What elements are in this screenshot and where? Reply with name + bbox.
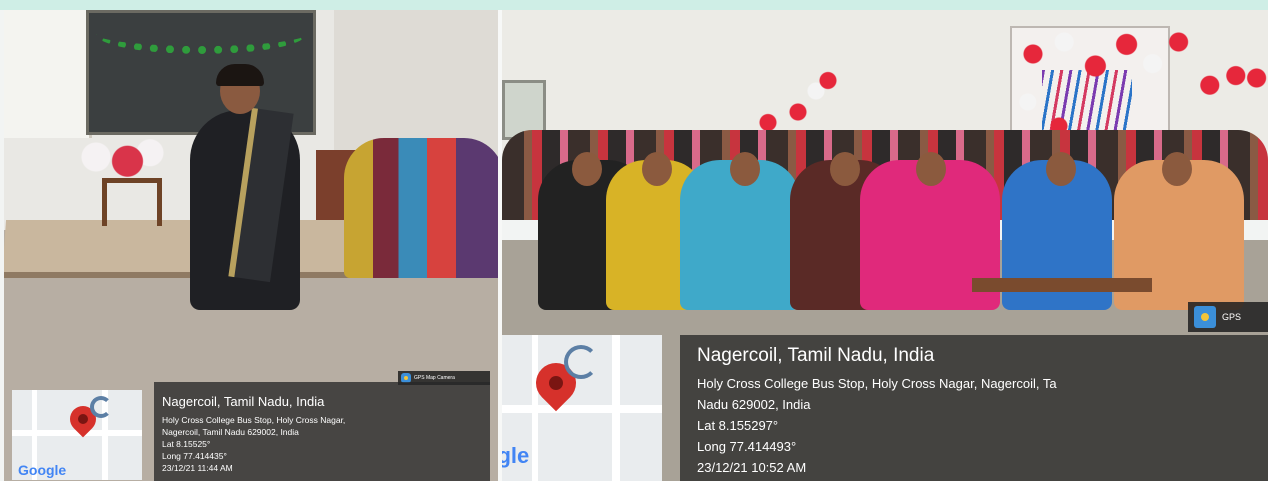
- longitude: Long 77.414493°: [697, 439, 797, 454]
- map-road: [502, 405, 662, 413]
- map-road: [532, 335, 538, 481]
- wooden-bench: [972, 278, 1152, 292]
- map-road: [612, 335, 620, 481]
- map-thumbnail: Google: [12, 390, 142, 480]
- speaker-hair: [216, 64, 264, 86]
- badge-label: GPS: [1222, 312, 1242, 322]
- location-title: Nagercoil, Tamil Nadu, India: [697, 345, 935, 366]
- map-brand-label: ogle: [502, 443, 530, 468]
- person-head: [642, 152, 672, 186]
- direction-arrow-icon: [90, 396, 112, 418]
- top-border-band: [0, 0, 1268, 10]
- map-thumbnail: ogle: [502, 335, 662, 481]
- gps-camera-icon: [1194, 306, 1216, 328]
- location-info-card: Nagercoil, Tamil Nadu, India Holy Cross …: [154, 382, 490, 481]
- longitude: Long 77.414435°: [162, 451, 227, 461]
- seated-audience: [344, 138, 498, 278]
- person-head: [916, 152, 946, 186]
- location-info-card: Nagercoil, Tamil Nadu, India Holy Cross …: [680, 335, 1268, 481]
- wooden-chair: [102, 178, 162, 226]
- address-line: Holy Cross College Bus Stop, Holy Cross …: [162, 415, 346, 425]
- address-line: Nagercoil, Tamil Nadu 629002, India: [162, 427, 299, 437]
- location-title: Nagercoil, Tamil Nadu, India: [162, 394, 325, 409]
- person-head: [572, 152, 602, 186]
- left-photo: GPS Map Camera Google Nagercoil, Tamil N…: [4, 10, 498, 481]
- timestamp: 23/12/21 11:44 AM: [162, 463, 233, 473]
- person-head: [1046, 152, 1076, 186]
- address-line: Holy Cross College Bus Stop, Holy Cross …: [697, 376, 1057, 391]
- garland-decoration: [96, 14, 306, 54]
- right-photo: GPS ogle Nagercoil, Tamil Nadu, India Ho…: [502, 10, 1268, 481]
- badge-label: GPS Map Camera: [414, 375, 455, 381]
- person-head: [1162, 152, 1192, 186]
- timestamp: 23/12/21 10:52 AM: [697, 460, 807, 475]
- whiteboard: [4, 10, 92, 138]
- gps-map-camera-badge: GPS: [1188, 302, 1268, 332]
- person-head: [730, 152, 760, 186]
- latitude: Lat 8.15525°: [162, 439, 211, 449]
- map-brand-label: Google: [18, 462, 67, 478]
- balloons: [78, 136, 168, 178]
- latitude: Lat 8.155297°: [697, 418, 779, 433]
- direction-arrow-icon: [564, 345, 598, 379]
- person-head: [830, 152, 860, 186]
- address-line: Nadu 629002, India: [697, 397, 811, 412]
